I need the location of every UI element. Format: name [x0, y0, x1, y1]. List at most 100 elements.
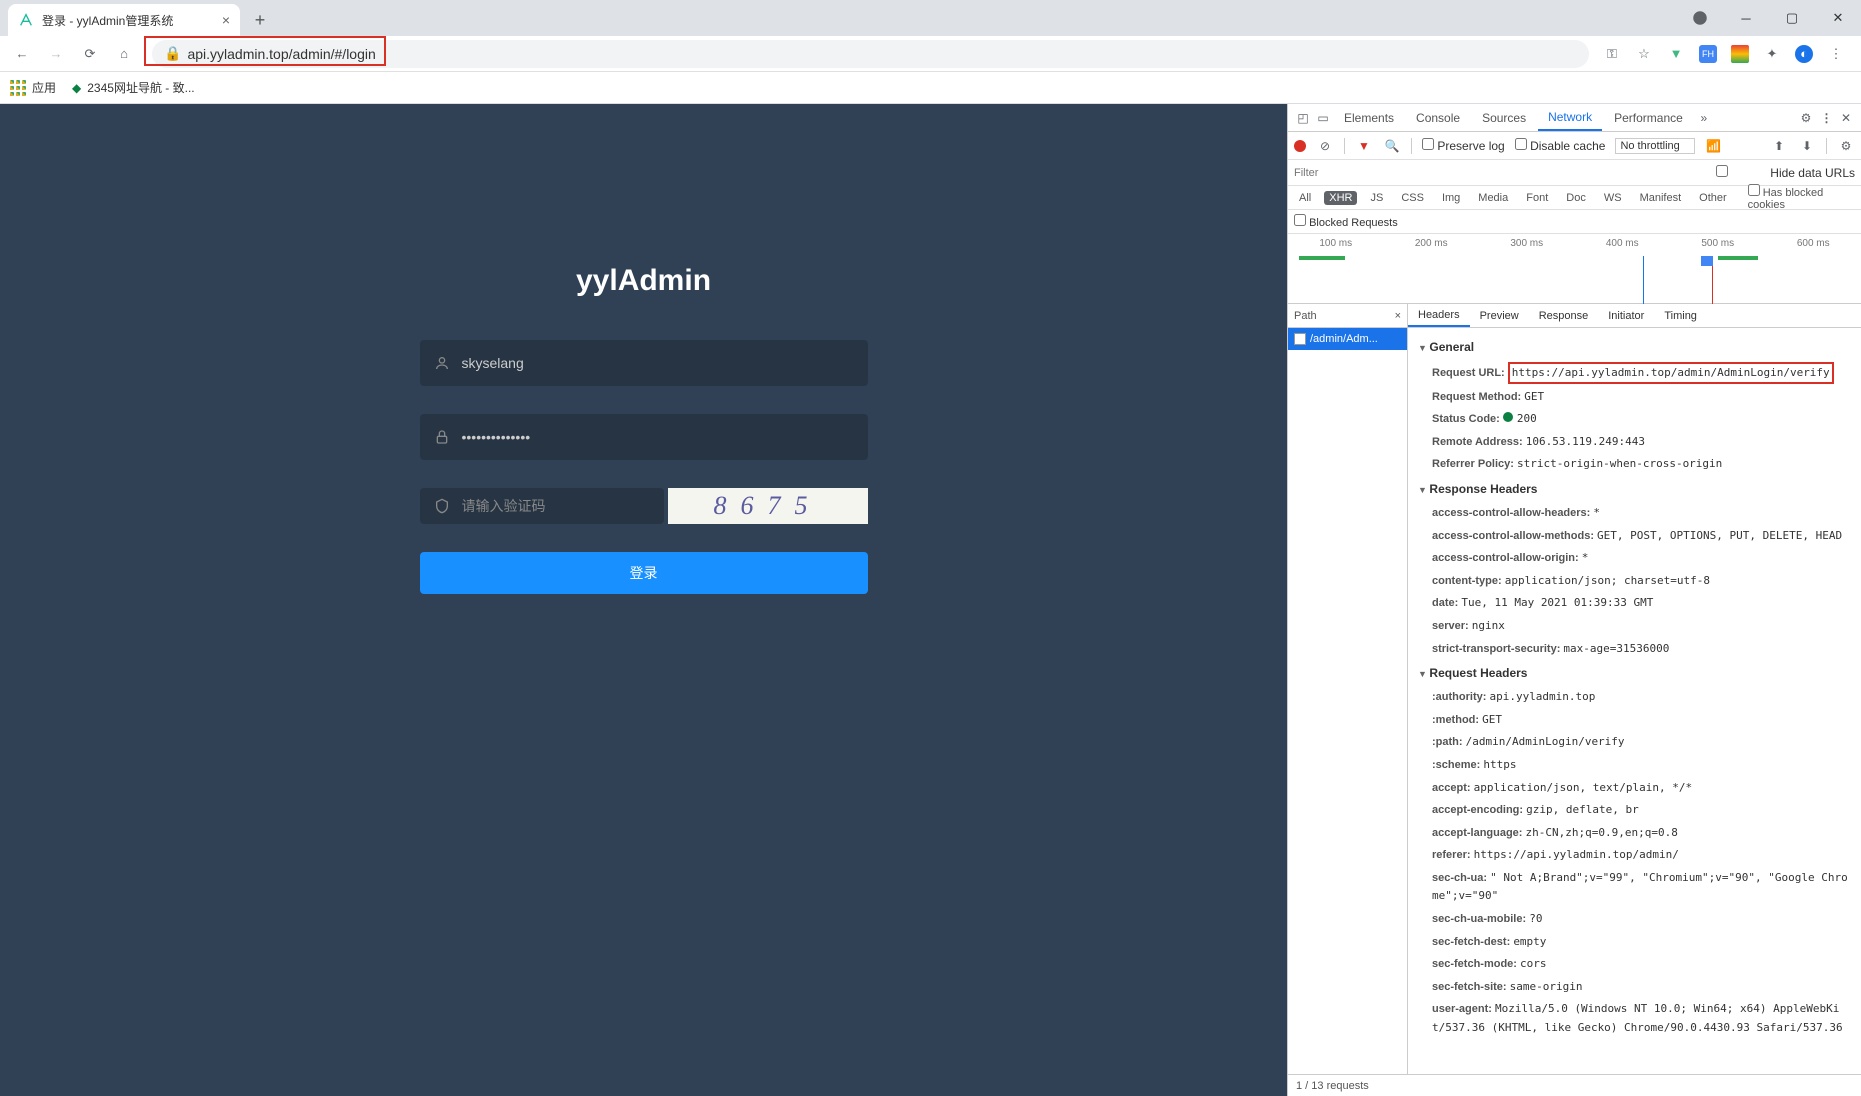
header-row: date: Tue, 11 May 2021 01:39:33 GMT — [1418, 592, 1851, 615]
type-filter-ws[interactable]: WS — [1599, 191, 1627, 205]
blocked-cookies-checkbox[interactable]: Has blocked cookies — [1748, 184, 1855, 211]
detail-tab-timing[interactable]: Timing — [1654, 304, 1707, 327]
profile-avatar[interactable]: ◐ — [1795, 45, 1813, 63]
record-button[interactable] — [1294, 140, 1306, 152]
detail-tab-initiator[interactable]: Initiator — [1598, 304, 1654, 327]
maximize-button[interactable]: ▢ — [1769, 0, 1815, 36]
more-tabs-icon[interactable]: » — [1695, 109, 1713, 127]
close-button[interactable]: ✕ — [1815, 0, 1861, 36]
request-detail: HeadersPreviewResponseInitiatorTiming Ge… — [1408, 304, 1861, 1074]
header-row: accept: application/json, text/plain, */… — [1418, 777, 1851, 800]
type-filter-doc[interactable]: Doc — [1561, 191, 1591, 205]
request-list-header: Path × — [1288, 304, 1407, 328]
username-field-wrapper[interactable] — [420, 340, 868, 386]
tab-close-icon[interactable]: × — [222, 12, 230, 28]
window-controls: ─ ▢ ✕ — [1677, 0, 1861, 36]
new-tab-button[interactable]: + — [246, 6, 274, 34]
detail-tab-preview[interactable]: Preview — [1470, 304, 1529, 327]
devtools-status-bar: 1 / 13 requests — [1288, 1074, 1861, 1096]
reload-button[interactable]: ⟳ — [76, 40, 104, 68]
type-filter-js[interactable]: JS — [1365, 191, 1388, 205]
search-icon[interactable]: 🔍 — [1383, 137, 1401, 155]
settings-gear-icon[interactable]: ⚙ — [1797, 109, 1815, 127]
devtools-tabbar: ◰ ▭ Elements Console Sources Network Per… — [1288, 104, 1861, 132]
incognito-icon — [1677, 0, 1723, 36]
throttling-select[interactable]: No throttling — [1615, 138, 1694, 154]
request-item[interactable]: /admin/Adm... — [1288, 328, 1407, 350]
header-row: sec-fetch-site: same-origin — [1418, 976, 1851, 999]
filter-icon[interactable]: ▼ — [1355, 137, 1373, 155]
blocked-requests-checkbox[interactable]: Blocked Requests — [1294, 214, 1398, 229]
bookmark-2345[interactable]: ◆ 2345网址导航 - 致... — [72, 79, 195, 96]
ext-icon-2[interactable] — [1731, 45, 1749, 63]
header-row: content-type: application/json; charset=… — [1418, 570, 1851, 593]
type-filter-manifest[interactable]: Manifest — [1635, 191, 1687, 205]
header-row: accept-language: zh-CN,zh;q=0.9,en;q=0.8 — [1418, 822, 1851, 845]
disable-cache-checkbox[interactable]: Disable cache — [1515, 138, 1606, 153]
login-form: 8675 登录 — [420, 340, 868, 594]
general-section[interactable]: General — [1418, 340, 1851, 354]
preserve-log-checkbox[interactable]: Preserve log — [1422, 138, 1505, 153]
type-filter-all[interactable]: All — [1294, 191, 1316, 205]
type-filter-media[interactable]: Media — [1473, 191, 1513, 205]
detail-tab-response[interactable]: Response — [1529, 304, 1599, 327]
minimize-button[interactable]: ─ — [1723, 0, 1769, 36]
tab-sources[interactable]: Sources — [1472, 104, 1536, 131]
password-input[interactable] — [462, 429, 854, 445]
network-waterfall[interactable]: 100 ms200 ms300 ms400 ms500 ms600 ms — [1288, 234, 1861, 304]
vue-ext-icon[interactable]: ▼ — [1667, 45, 1685, 63]
password-key-icon[interactable]: ⚿ — [1603, 45, 1621, 63]
network-filter-bar: Hide data URLs — [1288, 160, 1861, 186]
extensions-icon[interactable]: ✦ — [1763, 45, 1781, 63]
resource-type-filters: All XHR JS CSS Img Media Font Doc WS Manifest Othe… — [1288, 186, 1861, 210]
captcha-input[interactable] — [462, 498, 650, 514]
detail-tab-headers[interactable]: Headers — [1408, 304, 1470, 327]
address-bar: ← → ⟳ ⌂ 🔒 api.yyladmin.top/admin/#/login… — [0, 36, 1861, 72]
inspect-icon[interactable]: ◰ — [1294, 109, 1312, 127]
captcha-field-wrapper[interactable] — [420, 488, 664, 524]
type-filter-xhr[interactable]: XHR — [1324, 191, 1357, 205]
apps-bookmark[interactable]: 应用 — [10, 79, 56, 96]
close-detail-icon[interactable]: × — [1395, 310, 1401, 322]
forward-button[interactable]: → — [42, 40, 70, 68]
captcha-image[interactable]: 8675 — [668, 488, 868, 524]
tab-performance[interactable]: Performance — [1604, 104, 1693, 131]
header-row: accept-encoding: gzip, deflate, br — [1418, 799, 1851, 822]
filter-input[interactable] — [1294, 167, 1384, 179]
type-filter-font[interactable]: Font — [1521, 191, 1553, 205]
clear-icon[interactable]: ⊘ — [1316, 137, 1334, 155]
back-button[interactable]: ← — [8, 40, 36, 68]
device-toggle-icon[interactable]: ▭ — [1314, 109, 1332, 127]
header-row: strict-transport-security: max-age=31536… — [1418, 638, 1851, 661]
url-text: api.yyladmin.top/admin/#/login — [187, 46, 375, 62]
tab-network[interactable]: Network — [1538, 104, 1602, 131]
devtools-close-icon[interactable]: ✕ — [1837, 109, 1855, 127]
wifi-icon[interactable]: 📶 — [1705, 137, 1723, 155]
type-filter-css[interactable]: CSS — [1396, 191, 1429, 205]
home-button[interactable]: ⌂ — [110, 40, 138, 68]
login-button[interactable]: 登录 — [420, 552, 868, 594]
download-icon[interactable]: ⬇ — [1798, 137, 1816, 155]
tab-elements[interactable]: Elements — [1334, 104, 1404, 131]
username-input[interactable] — [462, 355, 854, 371]
header-row: access-control-allow-origin: * — [1418, 547, 1851, 570]
blocked-requests-row: Blocked Requests — [1288, 210, 1861, 234]
header-row: :method: GET — [1418, 709, 1851, 732]
header-row: sec-ch-ua: " Not A;Brand";v="99", "Chrom… — [1418, 867, 1851, 908]
upload-icon[interactable]: ⬆ — [1770, 137, 1788, 155]
browser-tab[interactable]: 登录 - yylAdmin管理系统 × — [8, 4, 240, 36]
header-row: :path: /admin/AdminLogin/verify — [1418, 731, 1851, 754]
ext-icon-1[interactable]: FH — [1699, 45, 1717, 63]
menu-icon[interactable]: ⋮ — [1827, 45, 1845, 63]
url-input[interactable]: 🔒 api.yyladmin.top/admin/#/login — [152, 40, 1589, 68]
network-settings-icon[interactable]: ⚙ — [1837, 137, 1855, 155]
star-icon[interactable]: ☆ — [1635, 45, 1653, 63]
type-filter-other[interactable]: Other — [1694, 191, 1732, 205]
password-field-wrapper[interactable] — [420, 414, 868, 460]
tab-console[interactable]: Console — [1406, 104, 1470, 131]
hide-data-urls-checkbox[interactable]: Hide data URLs — [1677, 165, 1855, 180]
response-headers-section[interactable]: Response Headers — [1418, 482, 1851, 496]
devtools-menu-icon[interactable]: ⋮ — [1817, 109, 1835, 127]
type-filter-img[interactable]: Img — [1437, 191, 1465, 205]
request-headers-section[interactable]: Request Headers — [1418, 666, 1851, 680]
